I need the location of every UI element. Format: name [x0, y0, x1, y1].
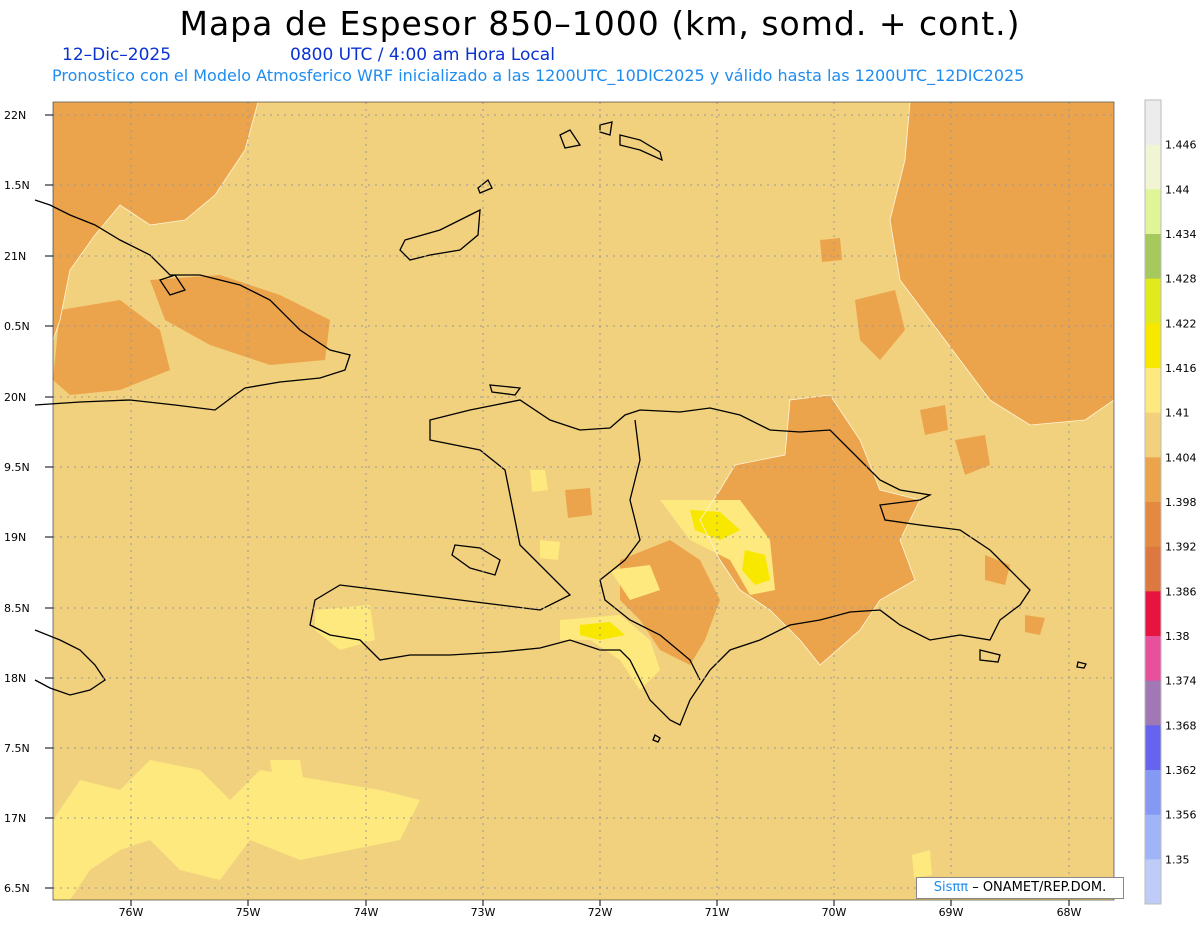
longitude-labels: 76W 75W 74W 73W 72W 71W 70W 69W 68W	[119, 906, 1082, 919]
colorbar-label: 1.428	[1165, 273, 1197, 286]
lon-ticks	[130, 900, 1070, 906]
colorbar-label: 1.392	[1165, 541, 1197, 554]
lon-label: 76W	[119, 906, 144, 919]
lon-label: 68W	[1057, 906, 1082, 919]
colorbar-swatch	[1145, 323, 1161, 369]
thickness-map: 22N 1.5N 21N 0.5N 20N 9.5N 19N 8.5N 18N …	[4, 99, 1197, 919]
lon-label: 71W	[705, 906, 730, 919]
lon-label: 73W	[471, 906, 496, 919]
sw-yellow-patch	[270, 760, 305, 792]
colorbar: 1.446 1.44 1.434 1.428 1.422 1.416 1.41 1.404 1.…	[1144, 99, 1197, 905]
lat-label: 0.5N	[4, 320, 30, 333]
lat-label: 19N	[4, 531, 26, 544]
lat-label: 21N	[4, 250, 26, 263]
lat-ticks	[45, 114, 53, 889]
se-yellow-patch	[912, 850, 932, 878]
colorbar-swatch	[1145, 457, 1161, 503]
turks-orange-patch	[820, 238, 842, 262]
lat-label: 8.5N	[4, 602, 30, 615]
colorbar-label: 1.38	[1165, 630, 1190, 643]
lat-label: 20N	[4, 391, 26, 404]
lat-label: 1.5N	[4, 179, 30, 192]
sispi-logo-text: Sisππ	[933, 880, 969, 895]
colorbar-swatch	[1145, 100, 1161, 146]
lat-label: 18N	[4, 672, 26, 685]
colorbar-label: 1.374	[1165, 675, 1197, 688]
haiti-orange-1	[565, 488, 592, 518]
colorbar-label: 1.404	[1165, 451, 1197, 464]
colorbar-swatch	[1145, 546, 1161, 592]
colorbar-label: 1.446	[1165, 139, 1197, 152]
colorbar-swatch	[1145, 412, 1161, 458]
colorbar-swatch	[1145, 591, 1161, 637]
lat-label: 17N	[4, 812, 26, 825]
haiti-yellow-3	[540, 540, 560, 560]
colorbar-swatch	[1145, 859, 1161, 905]
colorbar-label: 1.422	[1165, 317, 1197, 330]
colorbar-label: 1.362	[1165, 764, 1197, 777]
colorbar-swatch	[1145, 234, 1161, 280]
colorbar-swatch	[1145, 814, 1161, 860]
lon-label: 70W	[822, 906, 847, 919]
colorbar-label: 1.356	[1165, 809, 1197, 822]
colorbar-swatch	[1145, 770, 1161, 816]
colorbar-label: 1.398	[1165, 496, 1197, 509]
colorbar-label: 1.434	[1165, 228, 1197, 241]
lon-label: 69W	[939, 906, 964, 919]
lat-label: 22N	[4, 109, 26, 122]
colorbar-swatch	[1145, 502, 1161, 548]
colorbar-swatch	[1145, 636, 1161, 682]
lon-label: 74W	[354, 906, 379, 919]
colorbar-label: 1.416	[1165, 362, 1197, 375]
colorbar-swatch	[1145, 725, 1161, 771]
island-orange-2	[920, 405, 948, 435]
lat-label: 7.5N	[4, 742, 30, 755]
colorbar-label: 1.386	[1165, 585, 1197, 598]
latitude-labels: 22N 1.5N 21N 0.5N 20N 9.5N 19N 8.5N 18N …	[4, 109, 30, 895]
lat-label: 6.5N	[4, 882, 30, 895]
colorbar-swatch	[1145, 189, 1161, 235]
credit-box: Sisππ – ONAMET/REP.DOM.	[916, 877, 1124, 899]
haiti-yellow-north	[530, 470, 548, 492]
credit-text: – ONAMET/REP.DOM.	[968, 880, 1107, 895]
lon-label: 75W	[236, 906, 261, 919]
colorbar-label: 1.41	[1165, 407, 1190, 420]
colorbar-swatch	[1145, 278, 1161, 324]
colorbar-swatch	[1145, 144, 1161, 190]
colorbar-label: 1.44	[1165, 183, 1190, 196]
colorbar-label: 1.35	[1165, 853, 1190, 866]
lat-label: 9.5N	[4, 461, 30, 474]
colorbar-label: 1.368	[1165, 719, 1197, 732]
colorbar-swatch	[1145, 368, 1161, 414]
colorbar-swatch	[1145, 680, 1161, 726]
lon-label: 72W	[588, 906, 613, 919]
